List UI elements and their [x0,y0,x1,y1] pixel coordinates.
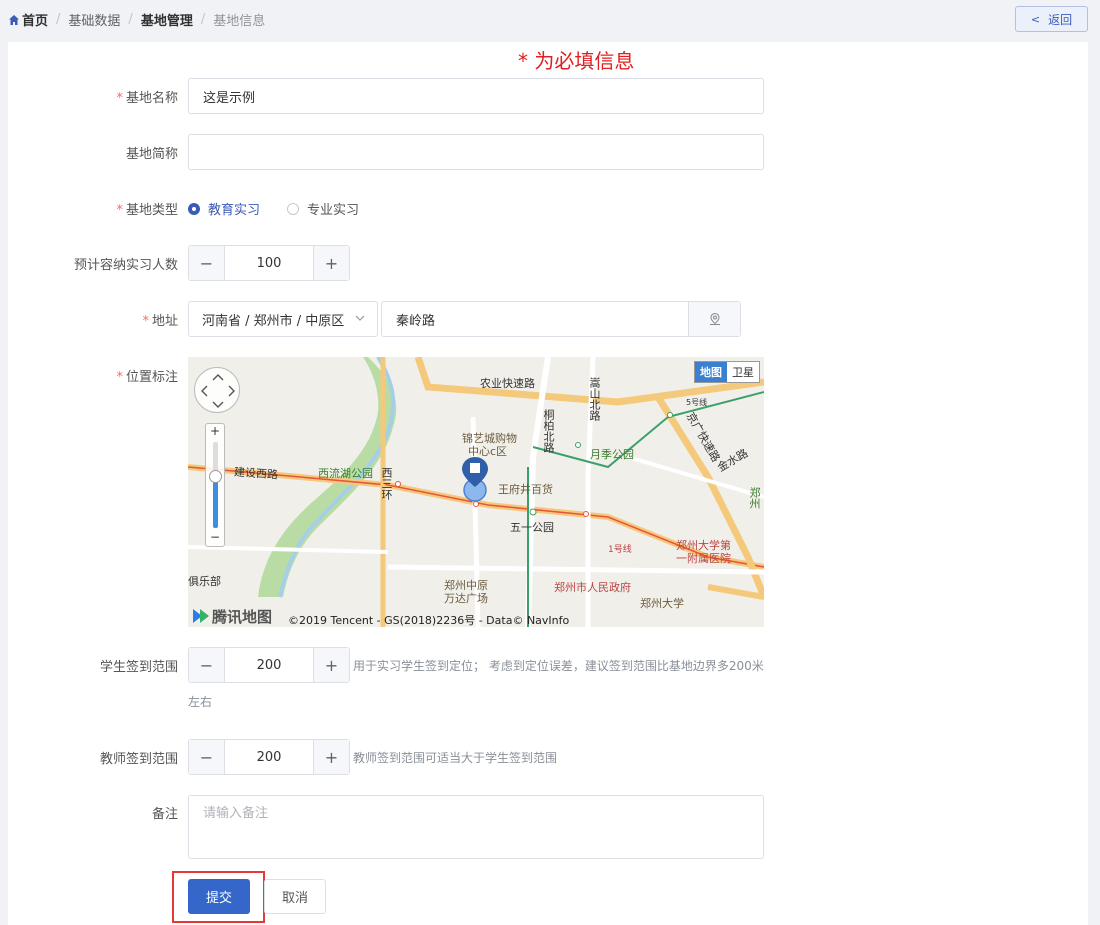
radio-dot [287,202,299,215]
increment-button[interactable]: + [313,648,349,682]
street-input-group: 秦岭路 [381,301,741,337]
map-pan-control[interactable] [194,367,240,413]
breadcrumb-separator: / [56,12,61,27]
back-button[interactable]: < 返回 [1015,6,1088,32]
zoom-in-button[interactable]: + [206,424,224,438]
map-type-map-button[interactable]: 地图 [695,362,727,382]
breadcrumb-home-label: 首页 [22,14,49,29]
decrement-button[interactable]: − [189,740,225,774]
student-range-hint-cont: 左右 [188,695,213,709]
chevron-left-icon: < [1030,12,1041,26]
back-button-label: 返回 [1048,12,1073,27]
base-name-input[interactable]: 这是示例 [188,78,764,114]
region-select[interactable]: 河南省 / 郑州市 / 中原区 [188,301,378,337]
required-star: * [116,370,123,385]
breadcrumb-item-base-info: 基地信息 [213,14,266,29]
breadcrumb-item-base-management[interactable]: 基地管理 [141,10,193,29]
breadcrumb-home[interactable]: 首页 [8,10,48,29]
location-label-text: 位置标注 [125,370,178,385]
radio-label: 教育实习 [208,203,261,218]
remark-label: 备注 [151,807,178,822]
chevron-down-icon [355,315,365,321]
submit-button[interactable]: 提交 [188,879,250,914]
decrement-button[interactable]: − [189,246,225,280]
top-bar: 首页 / 基础数据 / 基地管理 / 基地信息 < 返回 [0,0,1100,40]
breadcrumb-separator: / [200,12,206,27]
map-label-songshan: 嵩山北路 [588,377,601,421]
zoom-out-button[interactable]: − [206,530,224,544]
teacher-range-hint: 教师签到范围可适当大于学生签到范围 [353,751,558,765]
map-label-zhengzhou: 郑州 [748,487,761,509]
map-label-wangfujing: 王府井百货 [498,483,553,496]
remark-textarea[interactable]: 请输入备注 [188,795,764,859]
home-icon [9,14,19,25]
map-label-xiliu: 西流湖公园 [318,467,373,480]
map-label-line5: 5号线 [686,398,708,407]
map-label-tongbai: 桐柏北路 [542,409,555,453]
capacity-label: 预计容纳实习人数 [73,258,178,273]
required-star: * [116,203,123,218]
radio-label: 专业实习 [307,203,360,218]
student-range-stepper[interactable]: − 200 + [188,647,350,683]
student-range-hint: 用于实习学生签到定位； 考虑到定位误差，建议签到范围比基地边界多200米 [353,659,764,673]
map-label-gov: 郑州市人民政府 [554,581,631,594]
map-view[interactable]: 农业快速路 嵩山北路 桐柏北路 锦艺城购物 中心c区 月季公园 京广快速路 金水… [188,357,764,627]
breadcrumb: 首页 / 基础数据 / 基地管理 / 基地信息 [8,10,265,29]
capacity-stepper[interactable]: − 100 + [188,245,350,281]
address-label: * 地址 [8,310,178,329]
map-label-zdyfy: 郑州大学第一附属医院 [676,539,731,565]
tencent-map-logo-icon [193,609,209,623]
street-input[interactable]: 秦岭路 [382,302,688,336]
breadcrumb-item-basic-data[interactable]: 基础数据 [68,10,120,29]
student-range-label: 学生签到范围 [99,660,178,675]
type-label-text: 基地类型 [125,203,178,218]
type-label: * 基地类型 [8,199,178,218]
capacity-value[interactable]: 100 [225,246,313,280]
map-zoom-control: + − [205,423,225,547]
tencent-map-logo-text: 腾讯地图 [212,607,273,626]
decrement-button[interactable]: − [189,648,225,682]
map-label-club: 俱乐部 [188,575,221,588]
zoom-level-fill [213,476,218,528]
map-label-line1: 1号线 [608,545,632,555]
short-name-input[interactable] [188,134,764,170]
required-star: * [142,314,149,329]
map-label-wuyi: 五一公园 [510,521,554,534]
cancel-button[interactable]: 取消 [264,879,326,914]
map-type-satellite-button[interactable]: 卫星 [727,362,759,382]
arrows-icon [201,374,235,408]
name-label-text: 基地名称 [125,91,178,106]
teacher-range-value[interactable]: 200 [225,740,313,774]
map-label-agri-road: 农业快速路 [480,377,535,390]
increment-button[interactable]: + [313,246,349,280]
map-attribution: ©2019 Tencent - GS(2018)2236号 - Data© Na… [288,614,570,627]
radio-education-internship[interactable]: 教育实习 [188,199,260,218]
student-range-value[interactable]: 200 [225,648,313,682]
name-label: * 基地名称 [8,87,178,106]
location-pin-icon [709,312,720,325]
map-label-jinyicheng2: 中心c区 [468,445,508,458]
teacher-range-label: 教师签到范围 [99,752,178,767]
increment-button[interactable]: + [313,740,349,774]
tencent-map-logo: 腾讯地图 [190,605,272,627]
map-type-switch: 地图 卫星 [694,361,760,383]
locate-button[interactable] [688,302,740,336]
radio-dot [188,202,200,215]
radio-professional-internship[interactable]: 专业实习 [287,199,359,218]
required-star: * [116,91,123,106]
required-note: * 为必填信息 [518,49,635,73]
address-label-text: 地址 [151,314,178,329]
zoom-slider-handle[interactable] [209,470,222,484]
map-label-yueji: 月季公园 [590,448,634,461]
location-label: * 位置标注 [8,366,178,385]
map-label-zhongyuan: 郑州中原万达广场 [444,579,488,605]
region-select-value: 河南省 / 郑州市 / 中原区 [202,313,345,329]
breadcrumb-separator: / [128,12,133,27]
teacher-range-stepper[interactable]: − 200 + [188,739,350,775]
short-name-label: 基地简称 [125,147,178,162]
map-label-zzu: 郑州大学 [640,597,684,610]
map-label-xisan: 西三环 [380,467,393,500]
map-label-jianshe: 建设西路 [233,465,279,482]
